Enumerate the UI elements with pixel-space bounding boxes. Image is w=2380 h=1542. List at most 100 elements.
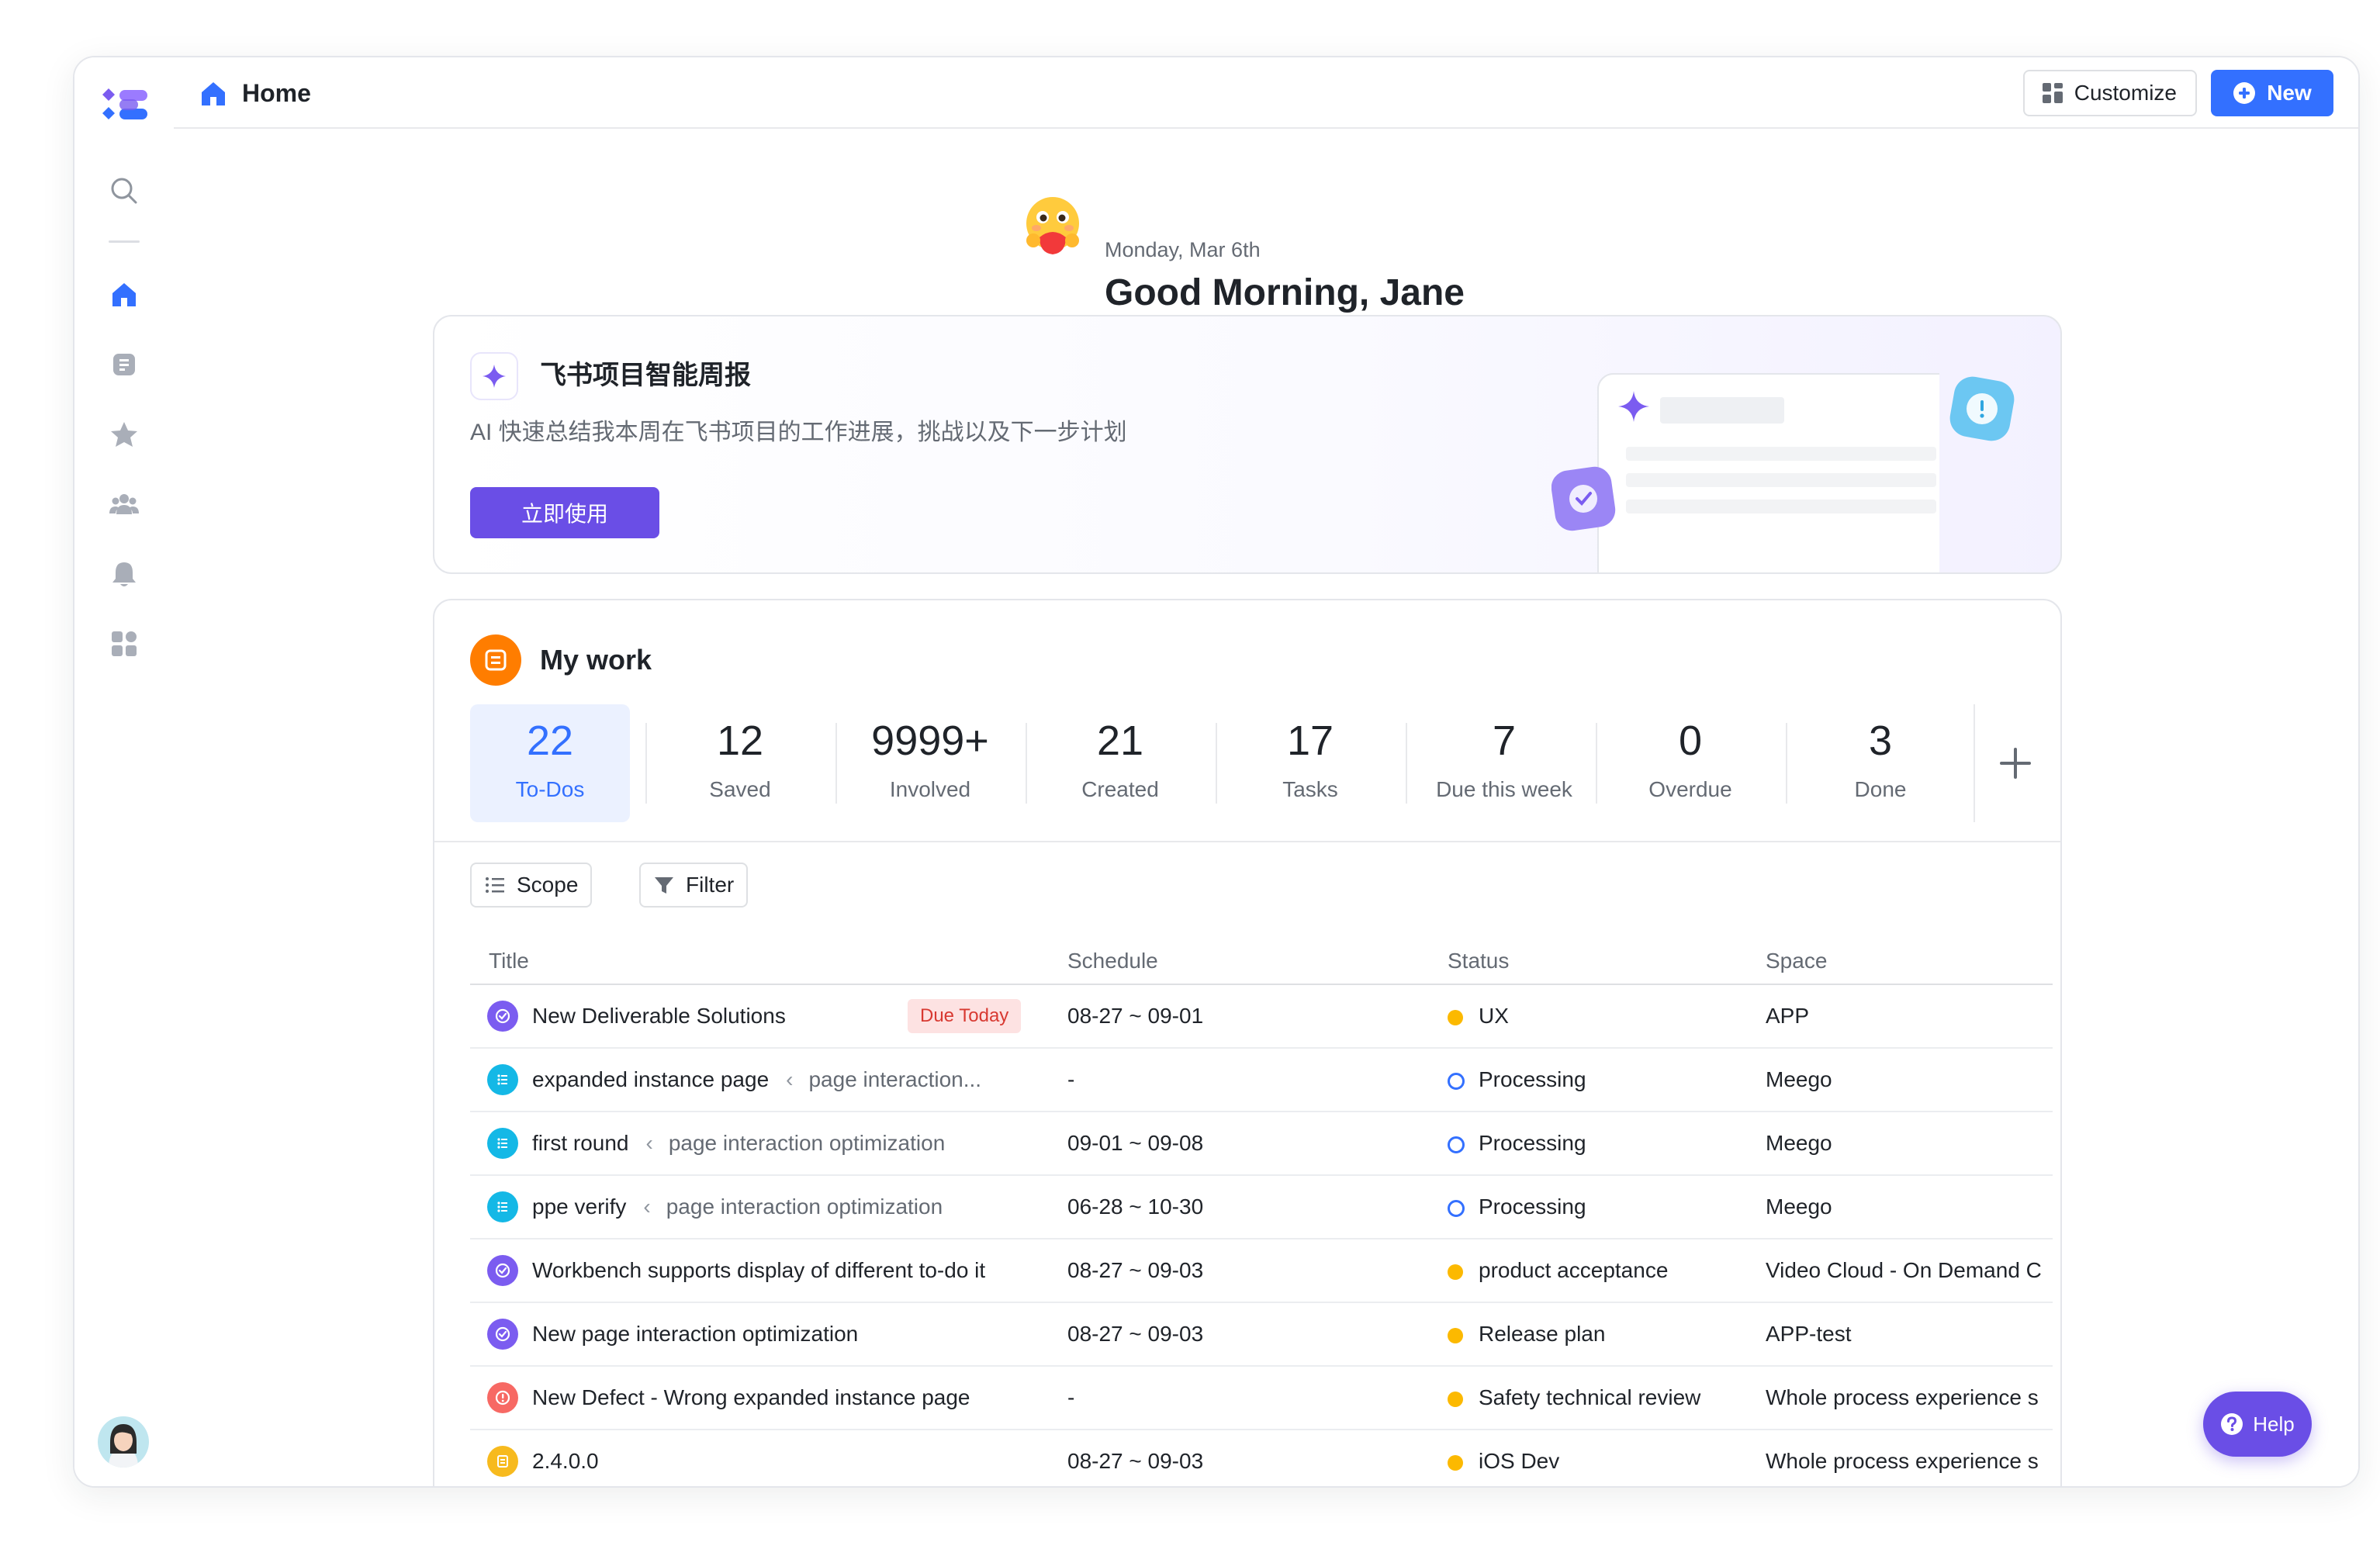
row-parent-link[interactable]: page interaction optimization <box>669 1131 945 1155</box>
table-row[interactable]: expanded instance page ‹ page interaction.… <box>470 1049 2053 1112</box>
sidebar-divider <box>109 240 140 243</box>
people-icon[interactable] <box>106 486 143 523</box>
ai-card-subtitle: AI 快速总结我本周在飞书项目的工作进展，挑战以及下一步计划 <box>470 420 1127 445</box>
row-space: Meego <box>1766 1067 1832 1091</box>
stat-divider <box>1406 723 1407 804</box>
task-list-icon <box>487 1064 518 1095</box>
row-status-text: Release plan <box>1479 1322 1606 1346</box>
stat-label: Involved <box>889 777 971 801</box>
bell-icon[interactable] <box>106 555 143 593</box>
add-stat-button[interactable] <box>1978 704 2053 822</box>
star-icon[interactable] <box>106 416 143 453</box>
table-row[interactable]: first round ‹ page interaction optimizatio… <box>470 1112 2053 1176</box>
doc-icon[interactable] <box>106 346 143 383</box>
row-title[interactable]: Workbench supports display of different … <box>532 1255 985 1286</box>
stat-saved[interactable]: 12 Saved <box>660 704 820 822</box>
scope-button[interactable]: Scope <box>470 863 593 908</box>
story-check-icon <box>487 1319 518 1350</box>
stat-todos[interactable]: 22 To-Dos <box>470 704 630 822</box>
stat-value: 3 <box>1868 717 1893 764</box>
row-title-text: Workbench supports display of different … <box>532 1258 986 1282</box>
dashboard-icon <box>2042 83 2063 103</box>
status-dot-icon <box>1448 1328 1463 1343</box>
row-space: Whole process experience s <box>1766 1449 2039 1473</box>
row-title-text: expanded instance page <box>532 1067 770 1091</box>
row-title-text: New Defect - Wrong expanded instance pag… <box>532 1385 970 1409</box>
row-title[interactable]: New page interaction optimization <box>532 1319 858 1350</box>
my-work-title: My work <box>540 644 652 676</box>
stat-divider <box>1786 723 1787 804</box>
table-body: New Deliverable Solutions Due Today 08-27 … <box>470 985 2053 1486</box>
table-row[interactable]: Workbench supports display of different … <box>470 1239 2053 1303</box>
stat-label: Done <box>1854 777 1907 801</box>
row-space: Whole process experience s <box>1766 1385 2039 1409</box>
table-row[interactable]: New Deliverable Solutions Due Today 08-27 … <box>470 985 2053 1049</box>
app-logo-icon[interactable] <box>101 87 149 126</box>
filter-icon <box>655 877 673 894</box>
stat-value: 12 <box>716 717 764 764</box>
stat-divider <box>1596 723 1597 804</box>
story-check-icon <box>487 1255 518 1286</box>
row-space: APP <box>1766 1004 1810 1028</box>
table-row[interactable]: New page interaction optimization 08-27 ~… <box>470 1303 2053 1367</box>
column-schedule[interactable]: Schedule <box>1067 946 1158 976</box>
info-bubble-icon <box>1949 376 2015 441</box>
row-schedule: 09-01 ~ 09-08 <box>1067 1131 1204 1155</box>
row-title-text: first round <box>532 1131 629 1155</box>
stat-value: 9999+ <box>871 717 989 764</box>
story-check-icon <box>487 1001 518 1032</box>
stat-overdue[interactable]: 0 Overdue <box>1610 704 1770 822</box>
row-parent-link[interactable]: page interaction... <box>808 1067 981 1091</box>
row-title[interactable]: expanded instance page ‹ page interaction.… <box>532 1064 981 1095</box>
row-title[interactable]: first round ‹ page interaction optimizatio… <box>532 1128 945 1159</box>
row-schedule: 08-27 ~ 09-03 <box>1067 1258 1204 1282</box>
user-avatar[interactable] <box>98 1416 149 1468</box>
status-dot-icon <box>1448 1455 1463 1471</box>
stat-value: 21 <box>1096 717 1144 764</box>
row-schedule: 08-27 ~ 09-03 <box>1067 1449 1204 1473</box>
stat-due-this-week[interactable]: 7 Due this week <box>1420 704 1588 822</box>
table-row[interactable]: 2.4.0.0 08-27 ~ 09-03 iOS Dev Whole process… <box>470 1430 2053 1486</box>
new-button[interactable]: New <box>2211 70 2333 116</box>
row-status-text: Processing <box>1479 1195 1586 1219</box>
list-icon <box>486 877 504 893</box>
home-icon[interactable] <box>106 276 143 313</box>
column-title[interactable]: Title <box>489 946 529 976</box>
row-space: Meego <box>1766 1195 1832 1219</box>
row-status-text: UX <box>1479 1004 1509 1028</box>
plus-icon <box>2000 748 2031 779</box>
customize-button[interactable]: Customize <box>2022 70 2197 116</box>
row-parent-link[interactable]: page interaction optimization <box>666 1195 943 1219</box>
help-label: Help <box>2253 1412 2295 1436</box>
search-icon[interactable] <box>106 172 143 209</box>
row-title[interactable]: New Defect - Wrong expanded instance pag… <box>532 1382 970 1413</box>
stat-tasks[interactable]: 17 Tasks <box>1230 704 1390 822</box>
row-schedule: 06-28 ~ 10-30 <box>1067 1195 1204 1219</box>
row-title[interactable]: ppe verify ‹ page interaction optimization <box>532 1191 943 1222</box>
customize-label: Customize <box>2074 81 2177 105</box>
stat-label: Due this week <box>1436 777 1572 801</box>
row-schedule: - <box>1067 1385 1075 1409</box>
row-schedule: 08-27 ~ 09-03 <box>1067 1322 1204 1346</box>
status-dot-icon <box>1448 1010 1463 1025</box>
table-row[interactable]: ppe verify ‹ page interaction optimization… <box>470 1176 2053 1239</box>
status-dot-icon <box>1448 1264 1463 1280</box>
stat-divider <box>835 723 837 804</box>
stat-involved[interactable]: 9999+ Involved <box>850 704 1010 822</box>
column-space[interactable]: Space <box>1766 946 1827 976</box>
apps-grid-icon[interactable] <box>106 625 143 662</box>
version-icon <box>487 1446 518 1477</box>
column-status[interactable]: Status <box>1448 946 1509 976</box>
row-title-text: New page interaction optimization <box>532 1322 859 1346</box>
help-button[interactable]: Help <box>2203 1392 2312 1457</box>
stat-done[interactable]: 3 Done <box>1801 704 1960 822</box>
row-title[interactable]: New Deliverable Solutions <box>532 1001 786 1032</box>
table-row[interactable]: New Defect - Wrong expanded instance pag… <box>470 1367 2053 1430</box>
plus-circle-icon <box>2233 82 2256 104</box>
stat-label: To-Dos <box>515 777 585 801</box>
row-title[interactable]: 2.4.0.0 <box>532 1446 599 1477</box>
use-now-button[interactable]: 立即使用 <box>470 487 659 538</box>
filter-button[interactable]: Filter <box>639 863 749 908</box>
hugging-face-emoji <box>1026 197 1079 254</box>
stat-created[interactable]: 21 Created <box>1040 704 1200 822</box>
